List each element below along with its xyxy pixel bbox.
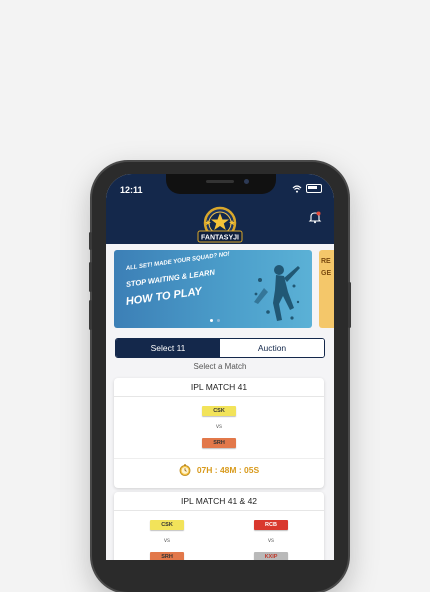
phone-notch	[166, 174, 276, 194]
match-title: IPL MATCH 41 & 42	[114, 492, 324, 511]
match-title: IPL MATCH 41	[114, 378, 324, 397]
battery-icon	[306, 184, 322, 193]
carousel-dot[interactable]	[210, 319, 213, 322]
countdown-row: 07H : 48M : 05S	[114, 458, 324, 481]
phone-side-button	[89, 232, 92, 250]
cricketer-silhouette	[254, 265, 300, 321]
timer-icon	[179, 464, 191, 476]
mode-toggle: Select 11 Auction	[115, 338, 325, 358]
tab-select-11[interactable]: Select 11	[116, 339, 220, 357]
team-badge-srh: SRH	[202, 438, 236, 448]
select-match-label: Select a Match	[193, 362, 247, 371]
peek-line-2: GE	[321, 270, 332, 277]
vs-label: vs	[216, 424, 222, 430]
team-badge-rcb: RCB	[254, 520, 288, 530]
status-time: 12:11	[120, 185, 143, 195]
bell-icon[interactable]	[308, 210, 322, 224]
phone-volume-down	[89, 300, 92, 330]
phone-power-button	[348, 282, 351, 328]
team-badge-srh: SRH	[150, 552, 184, 560]
app-header: FANTASYJI	[106, 198, 334, 244]
peek-line-1: RE	[321, 258, 331, 265]
logo-text: FANTASYJI	[201, 235, 239, 242]
wifi-icon	[292, 184, 302, 193]
notch-camera	[244, 179, 249, 184]
phone-volume-up	[89, 262, 92, 292]
carousel-dots	[210, 319, 220, 322]
tab-auction[interactable]: Auction	[220, 339, 324, 357]
team-badge-kxip: KXIP	[254, 552, 288, 560]
next-banner-peek[interactable]: RE GE	[319, 250, 334, 328]
fantasyji-logo[interactable]: FANTASYJI	[192, 206, 248, 246]
carousel-dot[interactable]	[217, 319, 220, 322]
how-to-play-banner[interactable]: ALL SET! MADE YOUR SQUAD? NO! STOP WAITI…	[114, 250, 312, 328]
team-badge-csk: CSK	[202, 406, 236, 416]
status-icons	[292, 184, 322, 193]
countdown-timer: 07H : 48M : 05S	[196, 465, 260, 475]
match-card[interactable]: IPL MATCH 41 CSK vs SRH 07H : 48M : 05S	[114, 378, 324, 488]
banner-line-3: HOW TO PLAY	[125, 285, 203, 308]
app-screen: 12:11 FANTASYJI ALL SET! MADE YOUR SQUAD…	[106, 174, 334, 560]
match-card[interactable]: IPL MATCH 41 & 42 CSK vs SRH RCB vs KXIP	[114, 492, 324, 560]
banner-line-2: STOP WAITING & LEARN	[125, 267, 216, 289]
vs-label: vs	[164, 538, 170, 544]
team-badge-csk: CSK	[150, 520, 184, 530]
vs-label: vs	[268, 538, 274, 544]
notch-speaker	[206, 180, 234, 183]
